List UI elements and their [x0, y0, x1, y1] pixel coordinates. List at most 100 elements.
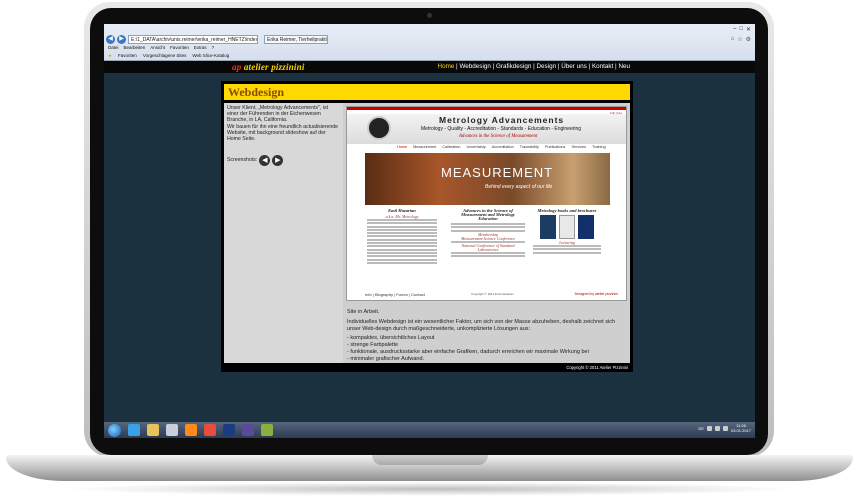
- nav-webdesign[interactable]: Webdesign: [459, 63, 490, 70]
- favorites-star-icon[interactable]: ☆: [737, 36, 742, 43]
- preview-nav-item: Training: [592, 145, 606, 149]
- preview-nav-item: Traceability: [519, 145, 539, 149]
- forward-button[interactable]: ▶: [117, 34, 126, 44]
- client-info-column: Unser Klient, „Metrology Advancements", …: [224, 103, 343, 363]
- next-arrow-icon[interactable]: ▶: [272, 155, 284, 166]
- lecturing-lines: [533, 245, 601, 254]
- description-heading: Site in Arbeit.: [347, 309, 380, 315]
- menu-item[interactable]: Bearbeiten: [124, 45, 146, 50]
- preview-nav-item: Home: [397, 145, 408, 149]
- favorites-item[interactable]: Vorgeschlagene Sites: [143, 53, 187, 59]
- site-logo[interactable]: ap atelier pizzinini: [232, 62, 305, 72]
- menu-item[interactable]: Ansicht: [150, 45, 165, 50]
- nav-grafikdesign[interactable]: Grafikdesign: [496, 63, 531, 70]
- taskbar: DE 11:26 03.01.2017: [104, 422, 755, 438]
- nav-neu[interactable]: Neu: [618, 63, 630, 70]
- preview-nav-item: Accreditation: [491, 145, 514, 149]
- favorites-item[interactable]: Web Slice-Katalog: [192, 53, 229, 59]
- preview-slogan: Advances in the Science of Measurement: [459, 134, 538, 139]
- preview-nav: Home Measurement Calibration Uncertainty…: [397, 145, 606, 149]
- nav-home[interactable]: Home: [438, 63, 455, 70]
- client-text-1: Unser Klient, „Metrology Advancements", …: [227, 105, 329, 124]
- bio-title: Emil Hazarian: [388, 208, 416, 213]
- description-bullet: - strenge Farbpalette: [347, 342, 399, 349]
- system-tray: DE 11:26 03.01.2017: [698, 423, 751, 433]
- menu-item[interactable]: ?: [212, 45, 215, 50]
- site-nav-links: Home | Webdesign | Grafikdesign | Design…: [437, 63, 630, 70]
- preview-footer-link: Forum: [396, 292, 408, 297]
- book-cover: [540, 215, 556, 239]
- internet-explorer-icon[interactable]: [128, 424, 140, 436]
- menu-item[interactable]: Datei: [108, 45, 119, 50]
- start-button-icon[interactable]: [108, 423, 121, 437]
- banner-heading: MEASUREMENT: [441, 165, 554, 180]
- book-cover: [559, 215, 575, 239]
- home-icon[interactable]: ⌂: [731, 36, 735, 43]
- site-nav-bar: ap atelier pizzinini Home | Webdesign | …: [104, 61, 755, 73]
- language-indicator[interactable]: DE: [698, 426, 704, 431]
- maximize-icon[interactable]: □: [739, 26, 743, 33]
- menu-bar: Datei Bearbeiten Ansicht Favoriten Extra…: [108, 45, 214, 50]
- clock[interactable]: 11:26 03.01.2017: [731, 423, 751, 433]
- membership-lines: [451, 252, 525, 258]
- laptop-mockup: – □ ✕ ◀ ▶ E:\1_DATA\archiv\unis.reimer\e…: [0, 0, 859, 500]
- gear-icon[interactable]: ⚙: [746, 36, 751, 43]
- minimize-icon[interactable]: –: [733, 26, 736, 33]
- explorer-folder-icon[interactable]: [147, 424, 159, 436]
- clock-date: 03.01.2017: [730, 428, 751, 433]
- title-bar: Webdesign: [224, 84, 630, 100]
- nav-design[interactable]: Design: [536, 63, 556, 70]
- preview-title: Metrology Advancements: [439, 115, 565, 125]
- preview-footer-link: Info: [365, 292, 372, 297]
- news-text-lines: [451, 223, 525, 232]
- description-bullet: - minimaler grafischer Aufwand.: [347, 355, 425, 362]
- preview-column: DE EN Metrology Advancements Metrology -…: [343, 103, 630, 363]
- logo-prefix: ap: [232, 62, 244, 72]
- app-icon[interactable]: [204, 424, 216, 436]
- window-controls: – □ ✕: [733, 26, 751, 33]
- membership-sub-1: Measurement Science Conference: [460, 235, 516, 241]
- menu-item[interactable]: Extras: [194, 45, 207, 50]
- preview-footer-link: Contact: [411, 292, 425, 297]
- indesign-icon[interactable]: [242, 424, 254, 436]
- preview-emblem-icon: [367, 116, 391, 140]
- browser-chrome: – □ ✕ ◀ ▶ E:\1_DATA\archiv\unis.reimer\e…: [104, 24, 755, 61]
- prev-arrow-icon[interactable]: ◀: [259, 155, 271, 166]
- website-screenshot: DE EN Metrology Advancements Metrology -…: [346, 106, 627, 301]
- tray-icon[interactable]: [706, 425, 712, 431]
- book-cover: [578, 215, 594, 239]
- media-player-icon[interactable]: [166, 424, 178, 436]
- favorites-star-icon: ★: [108, 53, 113, 58]
- description-block: Site in Arbeit. Individuelles Webdesign …: [347, 309, 627, 363]
- books-title: Metrology books and brochures: [537, 208, 597, 213]
- description-bullet: - kompaktes, übersichtliches Layout: [347, 335, 435, 342]
- address-row: ◀ ▶ E:\1_DATA\archiv\unis.reimer\erika_r…: [106, 34, 328, 44]
- app-icon[interactable]: [261, 424, 273, 436]
- page-title: Webdesign: [228, 85, 285, 99]
- camera-dot: [427, 13, 432, 18]
- news-title: Advances in the Science of Measurement a…: [461, 208, 515, 221]
- close-icon[interactable]: ✕: [746, 26, 751, 33]
- back-button[interactable]: ◀: [106, 34, 115, 44]
- laptop-notch: [372, 455, 488, 465]
- preview-column-news: Advances in the Science of Measurement a…: [451, 208, 525, 259]
- address-bar[interactable]: E:\1_DATA\archiv\unis.reimer\erika_reime…: [128, 34, 258, 44]
- favorites-item[interactable]: Favoriten: [118, 53, 137, 59]
- preview-column-bio: Emil Hazarian a.k.a. Mr. Metrology: [367, 208, 437, 265]
- preview-footer-links: Info | Biography | Forum | Contact: [365, 292, 425, 297]
- description-bullet: - funktionale, ausdrucksstarke aber einf…: [347, 348, 589, 355]
- volume-icon[interactable]: [722, 425, 728, 431]
- firefox-icon[interactable]: [185, 424, 197, 436]
- page-panel: Webdesign Unser Klient, „Metrology Advan…: [221, 81, 633, 372]
- preview-column-books: Metrology books and brochures Lecturing: [533, 208, 601, 255]
- nav-ueber-uns[interactable]: Über uns: [561, 63, 587, 70]
- browser-tab[interactable]: Erika Reimer, Tierheilpraktikerin: [264, 34, 328, 44]
- browser-tools: ⌂ ☆ ⚙: [731, 36, 751, 43]
- screenshots-control: Screenshots: ◀ ▶: [227, 155, 284, 166]
- menu-item[interactable]: Favoriten: [170, 45, 189, 50]
- preview-nav-item: Measurement: [413, 145, 437, 149]
- nav-kontakt[interactable]: Kontakt: [592, 63, 613, 70]
- tray-icon[interactable]: [714, 425, 720, 431]
- photoshop-icon[interactable]: [223, 424, 235, 436]
- preview-footer-copyright: Copyright © 2011 Emil Hazarian: [471, 292, 514, 296]
